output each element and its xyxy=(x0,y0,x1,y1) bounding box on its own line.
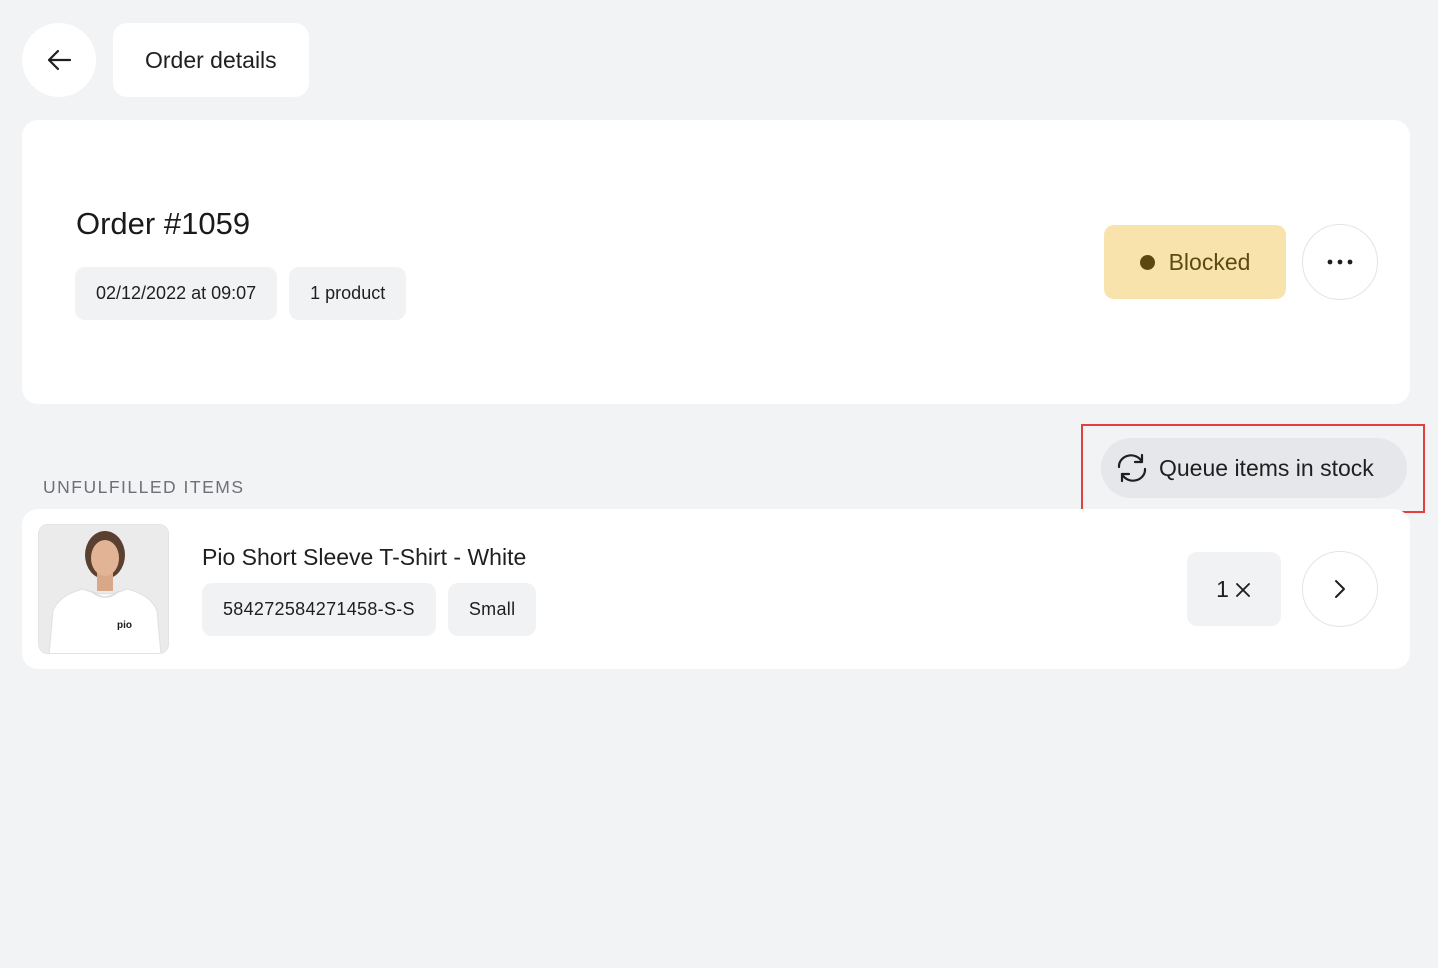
order-date-chip: 02/12/2022 at 09:07 xyxy=(75,267,278,320)
page: Order details Order #1059 02/12/2022 at … xyxy=(0,0,1438,968)
page-title-text: Order details xyxy=(145,46,277,73)
item-meta-chips: 584272584271458-S-S Small xyxy=(202,583,537,636)
status-badge: Blocked xyxy=(1104,225,1286,299)
sku-chip: 584272584271458-S-S xyxy=(202,583,436,636)
quantity-badge: 1 xyxy=(1187,552,1281,626)
chevron-right-icon xyxy=(1335,580,1345,598)
product-size: Small xyxy=(468,599,516,619)
status-label: Blocked xyxy=(1168,248,1251,275)
quantity-value: 1 xyxy=(1216,575,1229,602)
queue-items-in-stock-button[interactable]: Queue items in stock xyxy=(1101,438,1407,498)
queue-button-label: Queue items in stock xyxy=(1159,454,1374,481)
order-number: Order #1059 xyxy=(76,206,251,241)
tshirt-model-image: pio xyxy=(39,525,168,653)
product-count: 1 product xyxy=(310,283,386,303)
refresh-icon xyxy=(1117,453,1147,483)
list-item: pio Pio Short Sleeve T-Shirt - White 584… xyxy=(22,509,1410,669)
item-details-button[interactable] xyxy=(1302,551,1378,627)
product-thumbnail: pio xyxy=(38,524,169,654)
page-title: Order details xyxy=(113,23,309,97)
order-date: 02/12/2022 at 09:07 xyxy=(96,283,257,303)
more-options-button[interactable] xyxy=(1302,224,1378,300)
more-horizontal-icon xyxy=(1327,259,1353,265)
multiply-icon xyxy=(1235,583,1250,597)
size-chip: Small xyxy=(447,583,537,636)
back-button[interactable] xyxy=(22,23,96,97)
product-sku: 584272584271458-S-S xyxy=(223,599,415,619)
status-dot-icon xyxy=(1139,254,1155,270)
order-meta-chips: 02/12/2022 at 09:07 1 product xyxy=(75,267,407,320)
unfulfilled-items-heading: UNFULFILLED ITEMS xyxy=(43,477,245,497)
arrow-left-icon xyxy=(47,49,72,71)
product-count-chip: 1 product xyxy=(289,267,407,320)
product-name: Pio Short Sleeve T-Shirt - White xyxy=(202,544,527,570)
order-summary-card: Order #1059 02/12/2022 at 09:07 1 produc… xyxy=(22,120,1410,404)
thumbnail-logo-text: pio xyxy=(117,620,132,631)
